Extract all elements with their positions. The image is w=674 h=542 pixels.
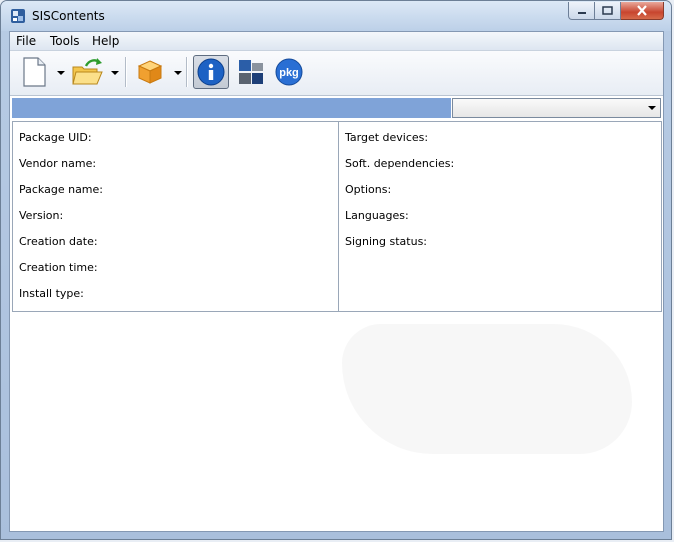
field-creation-date: Creation date: bbox=[19, 235, 98, 248]
open-dropdown-arrow[interactable] bbox=[111, 71, 119, 75]
title-bar[interactable]: SISContents bbox=[1, 1, 671, 31]
package-icon bbox=[137, 60, 163, 84]
info-button[interactable] bbox=[193, 55, 229, 89]
app-window: SISContents File Tools Help pkg Package … bbox=[0, 0, 672, 540]
maximize-button[interactable] bbox=[595, 2, 621, 20]
new-document-icon bbox=[23, 57, 46, 87]
content-area bbox=[12, 312, 662, 531]
field-soft-dependencies: Soft. dependencies: bbox=[345, 157, 455, 170]
package-button[interactable] bbox=[132, 55, 168, 89]
field-version: Version: bbox=[19, 209, 64, 222]
background-smudge bbox=[342, 324, 632, 454]
package-dropdown-arrow[interactable] bbox=[174, 71, 182, 75]
close-icon bbox=[637, 5, 647, 16]
toolbar-separator bbox=[125, 57, 127, 87]
view-tiles-icon bbox=[239, 60, 263, 84]
view-button[interactable] bbox=[233, 55, 269, 89]
minimize-icon bbox=[577, 11, 586, 14]
panel-divider bbox=[338, 122, 339, 311]
window-title: SISContents bbox=[32, 9, 105, 23]
field-vendor-name: Vendor name: bbox=[19, 157, 97, 170]
menu-file[interactable]: File bbox=[16, 34, 36, 48]
svg-text:pkg: pkg bbox=[279, 67, 299, 79]
field-options: Options: bbox=[345, 183, 392, 196]
client-area: File Tools Help pkg Package UID: Vendor … bbox=[9, 31, 664, 532]
field-creation-time: Creation time: bbox=[19, 261, 98, 274]
maximize-icon bbox=[602, 6, 613, 15]
window-controls bbox=[568, 2, 664, 20]
info-icon bbox=[197, 58, 225, 86]
package-info-panel: Package UID: Vendor name: Package name: … bbox=[12, 121, 662, 312]
menu-bar: File Tools Help bbox=[10, 32, 663, 51]
pkg-icon: pkg bbox=[275, 58, 303, 86]
toolbar: pkg bbox=[10, 51, 663, 96]
package-selector-dropdown[interactable] bbox=[452, 98, 661, 118]
chevron-down-icon bbox=[648, 106, 656, 110]
toolbar-separator bbox=[186, 57, 188, 87]
app-icon bbox=[11, 9, 25, 23]
open-button[interactable] bbox=[70, 55, 106, 89]
open-folder-icon bbox=[72, 58, 103, 85]
close-button[interactable] bbox=[621, 2, 664, 20]
menu-help[interactable]: Help bbox=[92, 34, 119, 48]
minimize-button[interactable] bbox=[568, 2, 595, 20]
new-button[interactable] bbox=[16, 55, 52, 89]
field-languages: Languages: bbox=[345, 209, 409, 222]
menu-tools[interactable]: Tools bbox=[50, 34, 80, 48]
field-signing-status: Signing status: bbox=[345, 235, 428, 248]
package-path-bar bbox=[12, 98, 451, 118]
field-target-devices: Target devices: bbox=[345, 131, 429, 144]
field-package-name: Package name: bbox=[19, 183, 103, 196]
new-dropdown-arrow[interactable] bbox=[57, 71, 65, 75]
pkg-button[interactable]: pkg bbox=[271, 55, 307, 89]
field-package-uid: Package UID: bbox=[19, 131, 92, 144]
field-install-type: Install type: bbox=[19, 287, 84, 300]
